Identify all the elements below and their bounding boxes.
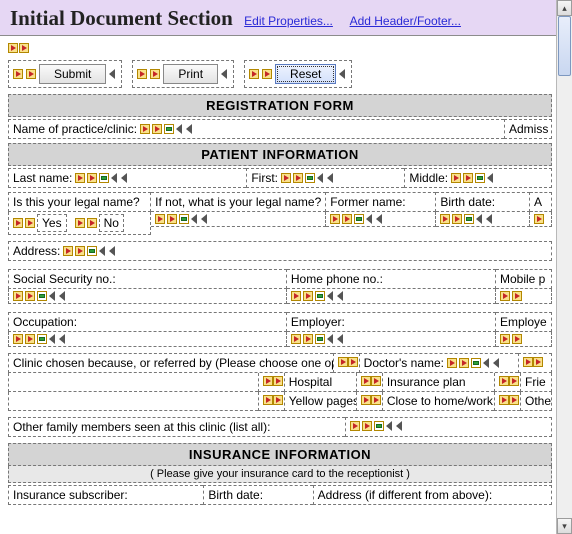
first-name-label: First: bbox=[251, 171, 278, 185]
scroll-thumb[interactable] bbox=[558, 16, 571, 76]
ins-subscriber-label: Insurance subscriber: bbox=[8, 485, 203, 505]
other-family-label: Other family members seen at this clinic… bbox=[13, 420, 270, 434]
if-not-label: If not, what is your legal name? bbox=[155, 195, 321, 209]
option-insurance-plan[interactable]: Insurance plan bbox=[382, 373, 494, 392]
add-header-footer-link[interactable]: Add Header/Footer... bbox=[350, 14, 461, 28]
row-insurance: Insurance subscriber: Birth date: Addres… bbox=[8, 485, 552, 505]
marker-icon bbox=[152, 124, 162, 134]
submit-button[interactable]: Submit bbox=[39, 64, 106, 84]
option-hospital[interactable]: Hospital bbox=[284, 373, 356, 392]
insurance-heading: INSURANCE INFORMATION bbox=[8, 443, 552, 466]
scroll-track[interactable] bbox=[557, 16, 572, 518]
marker-icon bbox=[8, 43, 18, 53]
row-occupation: Occupation: Employer: Employe bbox=[8, 312, 552, 347]
ssn-label: Social Security no.: bbox=[13, 272, 116, 286]
admission-label: Admiss bbox=[504, 119, 552, 139]
option-friend[interactable]: Frie bbox=[520, 373, 552, 392]
marker-icon bbox=[13, 69, 23, 79]
reset-button[interactable]: Reset bbox=[275, 64, 336, 84]
birth-label: Birth date: bbox=[440, 195, 495, 209]
marker-icon bbox=[262, 69, 272, 79]
row-clinic-reason: Clinic chosen because, or referred by (P… bbox=[8, 353, 552, 373]
scroll-down-button[interactable]: ▾ bbox=[557, 518, 572, 534]
row-ssn: Social Security no.: Home phone no.: Mob… bbox=[8, 269, 552, 304]
occupation-label: Occupation: bbox=[13, 315, 77, 329]
document-scroll[interactable]: Initial Document Section Edit Properties… bbox=[0, 0, 556, 534]
middle-name-label: Middle: bbox=[409, 171, 448, 185]
doctor-name-label: Doctor's name: bbox=[364, 356, 444, 370]
employer-label: Employer: bbox=[291, 315, 345, 329]
page-canvas: Initial Document Section Edit Properties… bbox=[0, 0, 556, 515]
submit-cell: Submit bbox=[8, 60, 122, 88]
marker-icon bbox=[140, 124, 150, 134]
marker-icon bbox=[137, 69, 147, 79]
viewport: Initial Document Section Edit Properties… bbox=[0, 0, 572, 534]
marker-icon bbox=[249, 69, 259, 79]
employer-phone-label: Employe bbox=[500, 315, 547, 329]
ins-address-label: Address (if different from above): bbox=[313, 485, 552, 505]
patient-info-heading: PATIENT INFORMATION bbox=[8, 143, 552, 166]
field-icon bbox=[164, 124, 174, 134]
reset-cell: Reset bbox=[244, 60, 352, 88]
registration-heading: REGISTRATION FORM bbox=[8, 94, 552, 117]
home-phone-label: Home phone no.: bbox=[291, 272, 383, 286]
caret-left-icon bbox=[109, 69, 117, 79]
caret-left-icon bbox=[186, 124, 194, 134]
button-row: Submit Print Reset bbox=[8, 60, 552, 88]
caret-left-icon bbox=[176, 124, 184, 134]
address-label: Address: bbox=[13, 244, 60, 258]
marker-icon bbox=[26, 69, 36, 79]
row-practice: Name of practice/clinic: Admiss bbox=[8, 119, 552, 139]
insurance-subtitle: ( Please give your insurance card to the… bbox=[8, 466, 552, 483]
option-close-home[interactable]: Close to home/work bbox=[382, 392, 494, 411]
scroll-up-button[interactable]: ▴ bbox=[557, 0, 572, 16]
print-cell: Print bbox=[132, 60, 234, 88]
print-button[interactable]: Print bbox=[163, 64, 218, 84]
last-name-label: Last name: bbox=[13, 171, 72, 185]
vertical-scrollbar[interactable]: ▴ ▾ bbox=[556, 0, 572, 534]
section-title: Initial Document Section bbox=[10, 6, 233, 31]
section-header: Initial Document Section Edit Properties… bbox=[0, 0, 556, 36]
former-label: Former name: bbox=[330, 195, 405, 209]
row-legal: Is this your legal name? Yes No bbox=[8, 192, 552, 235]
no-option[interactable]: No bbox=[99, 214, 124, 232]
row-name: Last name: First: Middle: bbox=[8, 168, 552, 188]
age-label: A bbox=[534, 195, 542, 209]
option-yellow-pages[interactable]: Yellow pages bbox=[284, 392, 356, 411]
markers-top bbox=[8, 43, 29, 53]
caret-left-icon bbox=[221, 69, 229, 79]
clinic-reason-label: Clinic chosen because, or referred by (P… bbox=[13, 356, 333, 370]
edit-properties-link[interactable]: Edit Properties... bbox=[244, 14, 333, 28]
caret-left-icon bbox=[339, 69, 347, 79]
mobile-label: Mobile p bbox=[500, 272, 545, 286]
marker-icon bbox=[150, 69, 160, 79]
yes-option[interactable]: Yes bbox=[37, 214, 67, 232]
legal-q-label: Is this your legal name? bbox=[13, 195, 140, 209]
practice-label: Name of practice/clinic: bbox=[13, 122, 137, 136]
marker-icon bbox=[19, 43, 29, 53]
option-other[interactable]: Othe bbox=[520, 392, 552, 411]
ins-birth-label: Birth date: bbox=[203, 485, 312, 505]
